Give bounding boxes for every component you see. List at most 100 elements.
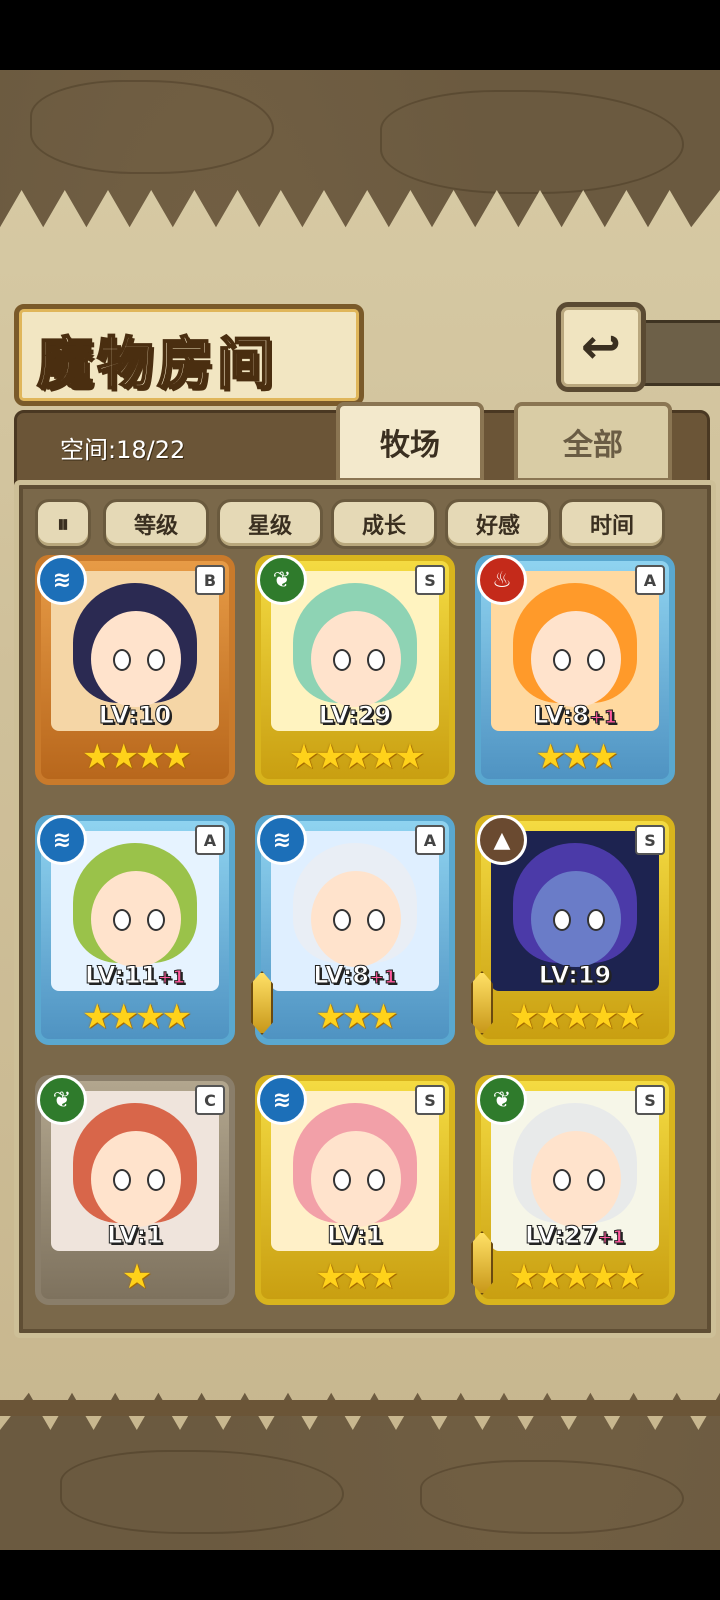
monster-card[interactable]: ≋ A LV:11+1 ★★★★ [35, 815, 235, 1045]
level-text: LV:1 [107, 1221, 164, 1250]
monster-eye [333, 649, 351, 671]
rank-badge: S [415, 565, 445, 595]
star-rating: ★★★★★ [508, 997, 645, 1037]
rank-badge: B [195, 565, 225, 595]
monster-level: LV:19 [481, 961, 669, 990]
monster-card[interactable]: ≋ S LV:1 ★★★ [255, 1075, 455, 1305]
monster-face [91, 611, 181, 707]
level-text: LV:8 [313, 961, 370, 990]
level-bonus: +1 [597, 1227, 626, 1249]
level-bonus: +1 [589, 707, 618, 729]
monster-panel: ⏸ 等级 星级 成长 好感 时间 ≋ B LV:10 ★★★★ ❦ S LV:29 ★★★★★… [14, 480, 716, 1338]
return-arrow-icon: ↩ [580, 319, 622, 375]
title-plate: 魔物房间 [14, 304, 364, 406]
map-continent-outline [380, 90, 684, 194]
game-screen: 魔物房间 ↩ 空间:18/22 牧场 全部 ⏸ 等级 星级 成长 好感 时间 ≋… [0, 70, 720, 1550]
tab-ranch[interactable]: 牧场 [336, 402, 484, 482]
map-continent-outline [60, 1450, 344, 1534]
star-rating: ★★★★★ [508, 1257, 645, 1297]
rank-badge: A [195, 825, 225, 855]
monster-eye [333, 1169, 351, 1191]
monster-card[interactable]: ❦ S LV:27+1 ★★★★★ [471, 1075, 675, 1305]
monster-eye [553, 909, 571, 931]
monster-level: LV:11+1 [41, 961, 229, 990]
monster-face [311, 871, 401, 967]
sort-star-button[interactable]: 星级 [217, 499, 323, 549]
star-rating: ★★★ [535, 737, 618, 777]
water-element-icon: ≋ [37, 815, 87, 865]
star-rating: ★★★ [315, 997, 398, 1037]
rank-badge: S [415, 1085, 445, 1115]
back-button[interactable]: ↩ [556, 302, 646, 392]
level-text: LV:29 [318, 701, 392, 730]
monster-card[interactable]: ▲ S LV:19 ★★★★★ [471, 815, 675, 1045]
star-rating: ★★★★★ [288, 737, 425, 777]
monster-eye [113, 649, 131, 671]
monster-eye [147, 1169, 165, 1191]
monster-face [531, 611, 621, 707]
monster-eye [113, 1169, 131, 1191]
map-continent-outline [30, 80, 274, 174]
sword-equipment-icon [471, 1231, 493, 1295]
monster-eye [553, 1169, 571, 1191]
sort-affection-button[interactable]: 好感 [445, 499, 551, 549]
level-bonus: +1 [157, 967, 186, 989]
grass-element-icon: ❦ [477, 1075, 527, 1125]
tab-bar: 空间:18/22 牧场 全部 [14, 402, 710, 486]
water-element-icon: ≋ [257, 815, 307, 865]
monster-face [531, 1131, 621, 1227]
monster-card[interactable]: ≋ A LV:8+1 ★★★ [251, 815, 455, 1045]
monster-eye [587, 1169, 605, 1191]
star-rating: ★★★ [315, 1257, 398, 1297]
rank-badge: S [635, 1085, 665, 1115]
rank-badge: A [635, 565, 665, 595]
rank-badge: C [195, 1085, 225, 1115]
monster-card[interactable]: ≋ B LV:10 ★★★★ [35, 555, 235, 785]
monster-level: LV:8+1 [481, 701, 669, 730]
monster-level: LV:8+1 [261, 961, 449, 990]
sort-level-button[interactable]: 等级 [103, 499, 209, 549]
monster-eye [113, 909, 131, 931]
monster-eye [553, 649, 571, 671]
monster-card[interactable]: ❦ S LV:29 ★★★★★ [255, 555, 455, 785]
monster-eye [587, 909, 605, 931]
level-text: LV:11 [84, 961, 158, 990]
bottom-frame [0, 1400, 720, 1416]
sword-equipment-icon [471, 971, 493, 1035]
monster-level: LV:27+1 [481, 1221, 669, 1250]
pause-order-icon: ⏸ [57, 510, 69, 538]
level-text: LV:10 [98, 701, 172, 730]
star-rating: ★ [121, 1257, 152, 1297]
grass-element-icon: ❦ [37, 1075, 87, 1125]
space-capacity: 空间:18/22 [60, 436, 186, 464]
monster-level: LV:1 [41, 1221, 229, 1250]
water-element-icon: ≋ [257, 1075, 307, 1125]
monster-face [531, 871, 621, 967]
monster-face [311, 1131, 401, 1227]
monster-eye [587, 649, 605, 671]
grass-element-icon: ❦ [257, 555, 307, 605]
monster-eye [367, 649, 385, 671]
sort-order-toggle-button[interactable]: ⏸ [35, 499, 91, 549]
level-text: LV:8 [533, 701, 590, 730]
monster-level: LV:29 [261, 701, 449, 730]
star-rating: ★★★★ [82, 737, 192, 777]
water-element-icon: ≋ [37, 555, 87, 605]
monster-face [91, 871, 181, 967]
monster-card[interactable]: ❦ C LV:1 ★ [35, 1075, 235, 1305]
rank-badge: A [415, 825, 445, 855]
sort-time-button[interactable]: 时间 [559, 499, 665, 549]
monster-eye [147, 909, 165, 931]
sort-growth-button[interactable]: 成长 [331, 499, 437, 549]
star-rating: ★★★★ [82, 997, 192, 1037]
level-text: LV:19 [538, 961, 612, 990]
monster-card[interactable]: ♨ A LV:8+1 ★★★ [475, 555, 675, 785]
back-button-rail [640, 320, 720, 386]
page-title: 魔物房间 [36, 330, 277, 398]
monster-level: LV:1 [261, 1221, 449, 1250]
tab-all[interactable]: 全部 [514, 402, 672, 482]
monster-face [311, 611, 401, 707]
map-continent-outline [420, 1460, 684, 1534]
level-text: LV:1 [327, 1221, 384, 1250]
sword-equipment-icon [251, 971, 273, 1035]
